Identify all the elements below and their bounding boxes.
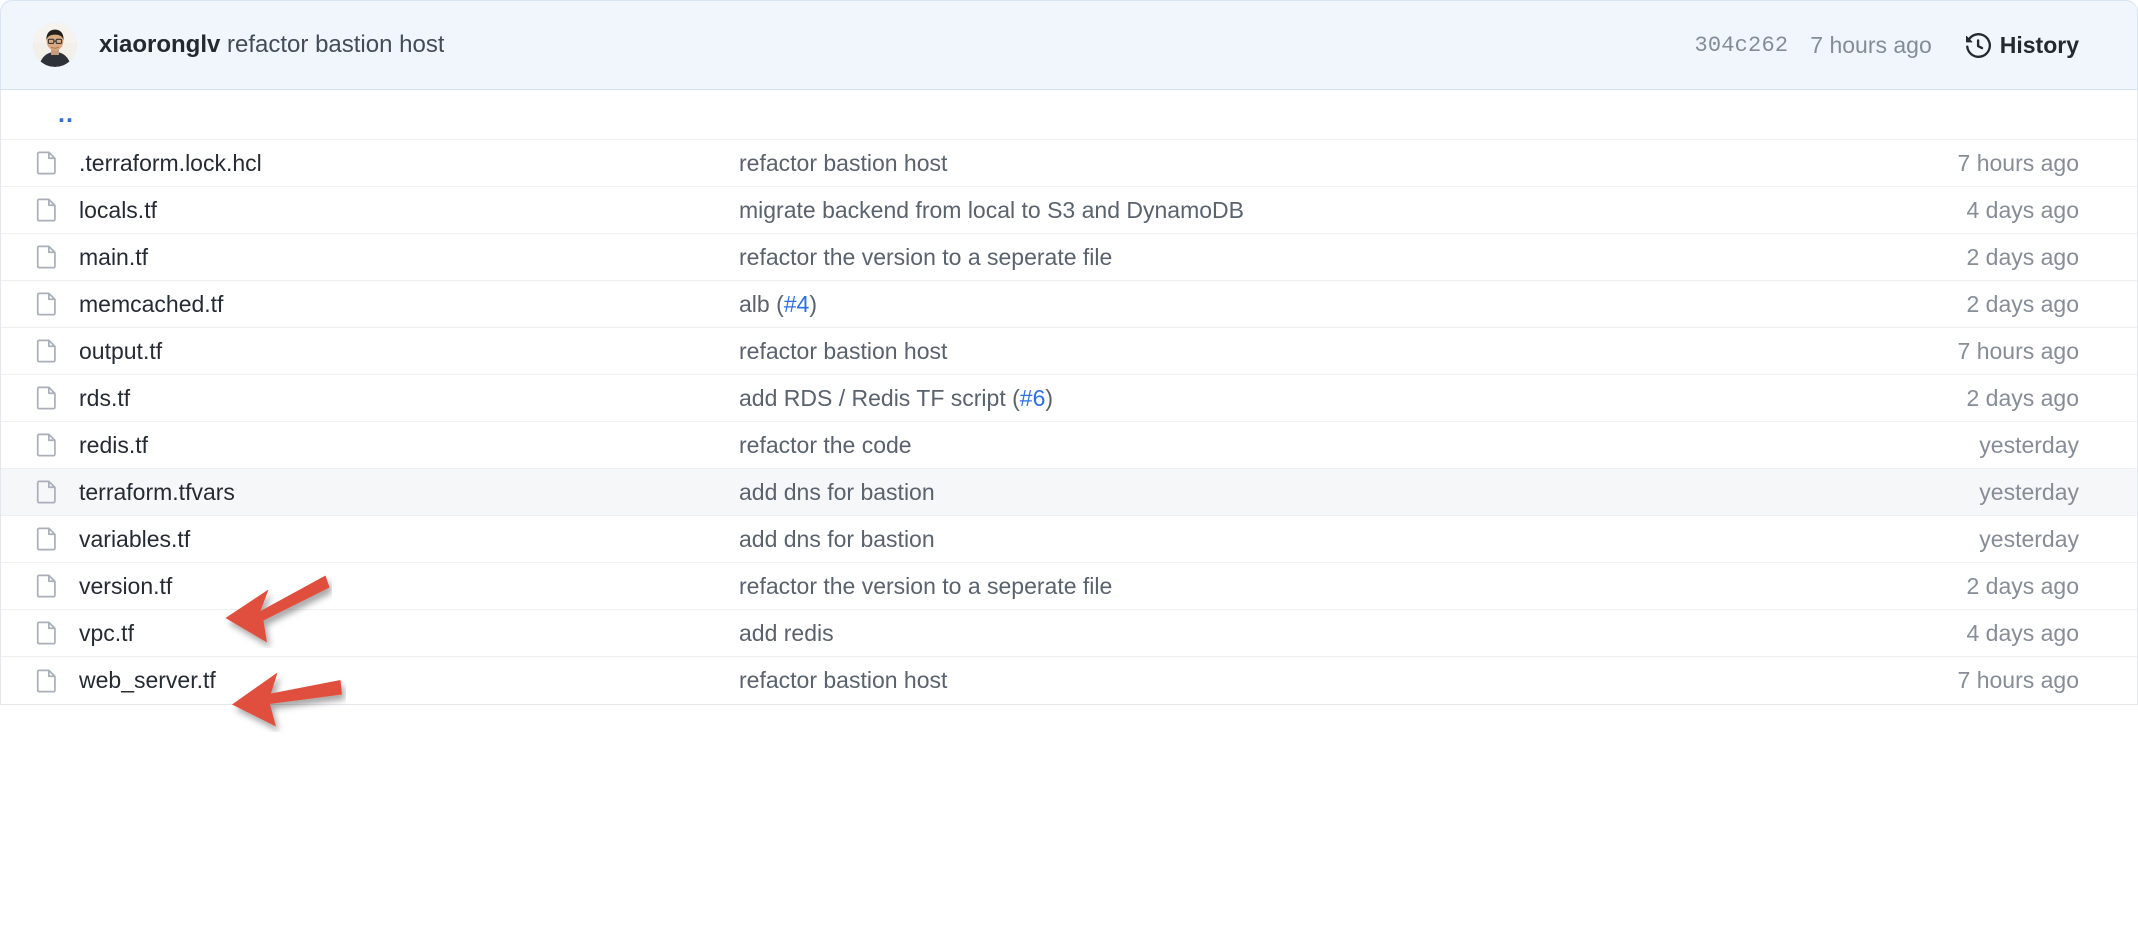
file-age: 4 days ago xyxy=(1966,619,2079,646)
commit-message-text: add RDS / Redis TF script xyxy=(739,384,1013,411)
file-row[interactable]: terraform.tfvars add dns for bastion yeste… xyxy=(1,469,2137,516)
file-row[interactable]: vpc.tf add redis 4 days ago xyxy=(1,610,2137,657)
commit-sha[interactable]: 304c262 xyxy=(1694,33,1788,58)
file-icon-cell xyxy=(1,338,79,364)
file-age: 2 days ago xyxy=(1966,243,2079,270)
file-row[interactable]: memcached.tf alb (#4) 2 days ago xyxy=(1,281,2137,328)
file-icon-cell xyxy=(1,668,79,694)
file-name-link[interactable]: terraform.tfvars xyxy=(79,479,739,506)
commit-message-cell[interactable]: migrate backend from local to S3 and Dyn… xyxy=(739,197,1819,224)
file-row[interactable]: main.tf refactor the version to a seperat… xyxy=(1,234,2137,281)
paren-open: ( xyxy=(1012,384,1020,411)
file-name-link[interactable]: vpc.tf xyxy=(79,620,739,647)
history-button-label: History xyxy=(1999,31,2079,58)
file-list-table: .. .terraform.lock.hcl refactor bastion h… xyxy=(0,90,2138,705)
file-age: 2 days ago xyxy=(1966,290,2079,317)
file-age: yesterday xyxy=(1979,525,2079,552)
file-name-link[interactable]: redis.tf xyxy=(79,432,739,459)
file-row[interactable]: .terraform.lock.hcl refactor bastion host… xyxy=(1,140,2137,187)
file-icon-cell xyxy=(1,526,79,552)
file-age: 7 hours ago xyxy=(1957,667,2079,693)
file-icon-cell xyxy=(1,150,79,176)
paren-close: ) xyxy=(1045,384,1054,411)
file-icon xyxy=(36,526,58,552)
file-icon xyxy=(36,668,58,694)
file-icon-cell xyxy=(1,197,79,223)
file-icon xyxy=(36,385,58,411)
repository-file-browser: xiaoronglv refactor bastion host 304c262… xyxy=(0,0,2138,932)
file-name-link[interactable]: web_server.tf xyxy=(79,667,739,694)
pull-request-link[interactable]: #6 xyxy=(1020,385,1046,411)
file-rows-container: .terraform.lock.hcl refactor bastion host… xyxy=(1,140,2137,704)
file-name-link[interactable]: variables.tf xyxy=(79,526,739,553)
file-icon xyxy=(36,197,58,223)
file-row[interactable]: output.tf refactor bastion host 7 hours ag… xyxy=(1,328,2137,375)
parent-directory-link[interactable]: .. xyxy=(1,100,74,129)
commit-message-text: alb xyxy=(739,290,777,317)
file-row[interactable]: web_server.tf refactor bastion host 7 hour… xyxy=(1,657,2137,704)
commit-meta-right: 304c262 7 hours ago History xyxy=(1694,32,2079,59)
file-age: 7 hours ago xyxy=(1957,149,2079,176)
paren-close: ) xyxy=(809,290,818,317)
file-row[interactable]: locals.tf migrate backend from local to S… xyxy=(1,187,2137,234)
commit-message-cell[interactable]: refactor the code xyxy=(739,432,1819,459)
pull-request-link[interactable]: #4 xyxy=(784,291,810,317)
file-age: 4 days ago xyxy=(1966,196,2079,223)
file-age: 2 days ago xyxy=(1966,572,2079,599)
history-clock-icon xyxy=(1965,32,1991,58)
commit-message-cell[interactable]: add dns for bastion xyxy=(739,479,1819,506)
file-icon-cell xyxy=(1,244,79,270)
file-icon xyxy=(36,244,58,270)
parent-directory-row[interactable]: .. xyxy=(1,90,2137,140)
commit-message-cell[interactable]: refactor the version to a seperate file xyxy=(739,573,1819,600)
file-icon-cell xyxy=(1,573,79,599)
file-icon xyxy=(36,150,58,176)
file-icon xyxy=(36,432,58,458)
file-name-link[interactable]: locals.tf xyxy=(79,197,739,224)
commit-message-cell[interactable]: refactor bastion host xyxy=(739,338,1819,365)
file-age: yesterday xyxy=(1979,431,2079,458)
commit-message-cell[interactable]: refactor the version to a seperate file xyxy=(739,244,1819,271)
file-name-link[interactable]: version.tf xyxy=(79,573,739,600)
file-row[interactable]: rds.tf add RDS / Redis TF script (#6) 2 da… xyxy=(1,375,2137,422)
commit-message-cell[interactable]: add RDS / Redis TF script (#6) xyxy=(739,385,1819,412)
file-icon xyxy=(36,291,58,317)
file-name-link[interactable]: rds.tf xyxy=(79,385,739,412)
file-icon xyxy=(36,479,58,505)
paren-open: ( xyxy=(776,290,784,317)
user-avatar-photo[interactable] xyxy=(33,23,77,67)
file-row[interactable]: variables.tf add dns for bastion yesterday xyxy=(1,516,2137,563)
commit-message-cell[interactable]: refactor bastion host xyxy=(739,150,1819,177)
file-icon xyxy=(36,338,58,364)
file-age: 2 days ago xyxy=(1966,384,2079,411)
file-icon-cell xyxy=(1,385,79,411)
commit-message-cell[interactable]: add redis xyxy=(739,620,1819,647)
commit-message-cell[interactable]: refactor bastion host xyxy=(739,667,1819,694)
commit-summary: xiaoronglv refactor bastion host xyxy=(99,31,444,60)
file-icon xyxy=(36,573,58,599)
file-icon-cell xyxy=(1,291,79,317)
file-name-link[interactable]: main.tf xyxy=(79,244,739,271)
file-row[interactable]: redis.tf refactor the code yesterday xyxy=(1,422,2137,469)
file-name-link[interactable]: memcached.tf xyxy=(79,291,739,318)
commit-author-block: xiaoronglv refactor bastion host xyxy=(33,23,1694,67)
commit-message-cell[interactable]: add dns for bastion xyxy=(739,526,1819,553)
file-icon-cell xyxy=(1,620,79,646)
file-icon xyxy=(36,620,58,646)
file-age: yesterday xyxy=(1979,478,2079,505)
commit-message-cell[interactable]: alb (#4) xyxy=(739,291,1819,318)
file-row[interactable]: version.tf refactor the version to a sepe… xyxy=(1,563,2137,610)
latest-commit-header: xiaoronglv refactor bastion host 304c262… xyxy=(0,0,2138,90)
file-icon-cell xyxy=(1,432,79,458)
history-button[interactable]: History xyxy=(1965,31,2079,59)
file-icon-cell xyxy=(1,479,79,505)
commit-age: 7 hours ago xyxy=(1810,31,1932,58)
file-age: 7 hours ago xyxy=(1957,337,2079,364)
commit-message-title[interactable]: refactor bastion host xyxy=(227,31,444,58)
commit-author-name[interactable]: xiaoronglv xyxy=(99,31,220,58)
file-name-link[interactable]: output.tf xyxy=(79,338,739,365)
file-name-link[interactable]: .terraform.lock.hcl xyxy=(79,150,739,177)
